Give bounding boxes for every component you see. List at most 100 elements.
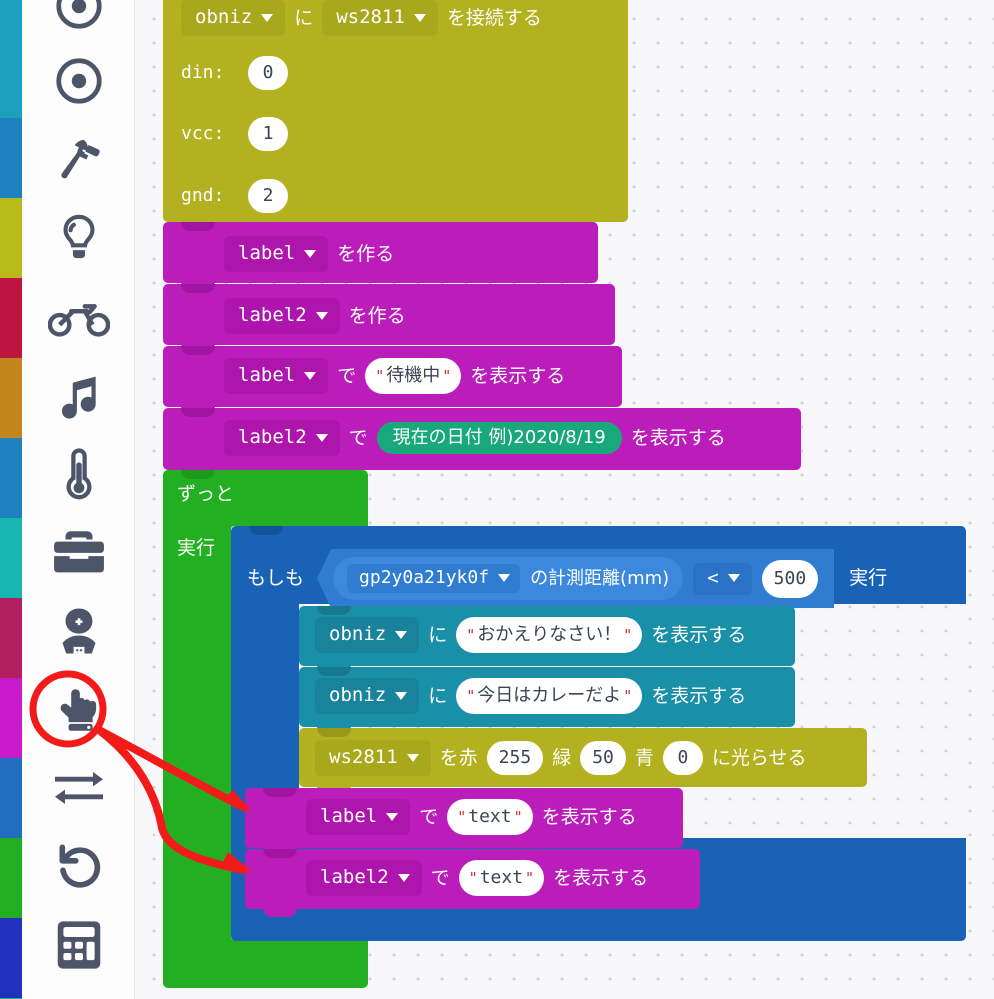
pointing-hand-icon: [53, 684, 105, 736]
music-note-icon: [54, 370, 104, 420]
create-label2-suffix: を作る: [348, 304, 406, 327]
label-display-block[interactable]: label2 で " text " を表示する: [245, 849, 700, 917]
show-label2-target-value: label2: [238, 426, 307, 448]
led-target-value: ws2811: [329, 746, 398, 768]
display-welcome-text-input[interactable]: " おかえりなさい！ ": [456, 617, 643, 653]
led-color-block[interactable]: ws2811 を赤 255 緑 50 青 0 に光らせる: [299, 728, 867, 795]
category-color-strip: [0, 678, 22, 758]
label-display-block[interactable]: label2 で 現在の日付 例)2020/8/19 を表示する: [163, 408, 801, 478]
display-text-block[interactable]: obniz に " おかえりなさい！ " を表示する: [299, 606, 795, 674]
current-date-reporter-label: 現在の日付 例)2020/8/19: [392, 427, 606, 448]
chevron-down-icon: [386, 812, 399, 821]
label-display-block[interactable]: label で " 待機中 " を表示する: [163, 346, 622, 415]
category-color-strip: [0, 518, 22, 598]
sensor-distance-reporter[interactable]: gp2y0a21yk0f の計測距離(mm): [333, 557, 684, 600]
sidebar-item-undo[interactable]: [22, 826, 134, 906]
sidebar-item-temperature[interactable]: [22, 433, 134, 513]
category-color-strip: [0, 278, 22, 358]
show-label2-suffix: を表示する: [630, 426, 726, 449]
comparison-operator-dropdown[interactable]: <: [693, 562, 752, 595]
current-date-reporter-block[interactable]: 現在の日付 例)2020/8/19: [376, 422, 622, 454]
led-red-input[interactable]: 255: [486, 741, 544, 775]
pin-din-label: din:: [181, 62, 225, 83]
peripheral-connect-block[interactable]: obniz に ws2811 を接続する din: 0 vcc: 1 gnd:: [163, 0, 628, 230]
chevron-down-icon: [261, 13, 274, 22]
sidebar-item-user[interactable]: [22, 591, 134, 671]
connect-peripheral-value: ws2811: [336, 6, 405, 28]
category-color-rail: [0, 0, 22, 999]
display-curry-target-dropdown[interactable]: obniz: [315, 678, 420, 714]
display-text-block[interactable]: obniz に " 今日はカレーだよ " を表示する: [299, 667, 795, 735]
undo-arrow-icon: [53, 840, 105, 892]
sidebar-item-record[interactable]: [22, 41, 134, 121]
category-color-strip: [0, 118, 22, 198]
show-label2-target-dropdown[interactable]: label2: [224, 420, 340, 456]
record-circle-icon: [52, 54, 106, 108]
led-green-label: 緑: [552, 746, 572, 769]
forever-loop-do-label: 実行: [177, 537, 216, 559]
chevron-down-icon: [413, 13, 426, 22]
show-label2-text-target-value: label2: [320, 866, 389, 888]
target-circle-icon: [52, 0, 106, 33]
display-welcome-suffix: を表示する: [651, 623, 747, 646]
sidebar-item-transfer[interactable]: [22, 748, 134, 828]
show-label2-particle-de: で: [348, 426, 368, 449]
show-label-text-target-dropdown[interactable]: label: [306, 799, 411, 835]
close-quote-icon: ": [623, 625, 633, 644]
toolbox-icon-column: [22, 0, 134, 999]
sidebar-item-build[interactable]: [22, 121, 134, 201]
show-label2-text-value-input[interactable]: " text ": [458, 860, 545, 896]
led-green-input[interactable]: 50: [580, 741, 626, 775]
led-suffix-label: に光らせる: [711, 746, 807, 769]
show-label-text-value-input[interactable]: " text ": [447, 799, 533, 835]
pin-gnd-input[interactable]: 2: [248, 179, 288, 213]
sidebar-item-target[interactable]: [22, 0, 134, 46]
connect-peripheral-dropdown[interactable]: ws2811: [322, 0, 438, 36]
forever-loop-header: ずっと: [177, 483, 235, 505]
pin-din-input[interactable]: 0: [248, 56, 288, 90]
show-label2-text-target-dropdown[interactable]: label2: [306, 860, 422, 896]
sensor-dropdown[interactable]: gp2y0a21yk0f: [347, 564, 521, 593]
show-label-text-suffix: を表示する: [541, 805, 637, 828]
sidebar-item-interaction[interactable]: [22, 670, 134, 750]
category-color-strip: [0, 598, 22, 678]
chevron-down-icon: [304, 249, 317, 258]
show-label-text-particle-de: で: [419, 805, 439, 828]
close-quote-icon: ": [442, 366, 452, 385]
if-condition-slot[interactable]: gp2y0a21yk0f の計測距離(mm) < 500: [317, 549, 835, 608]
led-target-dropdown[interactable]: ws2811: [315, 740, 431, 776]
display-curry-target-value: obniz: [329, 684, 387, 706]
create-label2-target-dropdown[interactable]: label2: [224, 298, 340, 334]
show-label-text-input[interactable]: " 待機中 ": [365, 358, 462, 394]
show-label2-text-particle-de: で: [430, 866, 450, 889]
open-quote-icon: ": [468, 868, 478, 887]
show-label-suffix: を表示する: [470, 364, 566, 387]
thermometer-icon: [62, 446, 96, 500]
display-welcome-target-dropdown[interactable]: obniz: [315, 617, 420, 653]
category-color-strip: [0, 918, 22, 998]
sidebar-item-sound[interactable]: [22, 355, 134, 435]
chevron-down-icon: [406, 753, 419, 762]
show-label-particle-de: で: [337, 364, 357, 387]
create-label-block[interactable]: label2 を作る: [163, 284, 615, 353]
create-label-block[interactable]: label を作る: [163, 222, 598, 291]
display-curry-text-input[interactable]: " 今日はカレーだよ ": [456, 678, 643, 714]
sidebar-item-vehicle[interactable]: [22, 277, 134, 357]
connect-suffix: を接続する: [446, 6, 542, 29]
create-label2-target-value: label2: [238, 304, 307, 326]
comparison-value-input[interactable]: 500: [761, 559, 819, 598]
create-label-target-dropdown[interactable]: label: [224, 236, 329, 272]
show-label-target-dropdown[interactable]: label: [224, 358, 329, 394]
category-color-strip: [0, 358, 22, 438]
sidebar-item-toolbox[interactable]: [22, 512, 134, 592]
connect-device-dropdown[interactable]: obniz: [181, 0, 286, 36]
sidebar-item-light[interactable]: [22, 198, 134, 278]
category-color-strip: [0, 0, 22, 118]
show-label2-text-suffix: を表示する: [553, 866, 649, 889]
led-blue-input[interactable]: 0: [662, 741, 703, 775]
if-then-label: 実行: [849, 567, 888, 589]
toolbox-sidebar[interactable]: [0, 0, 135, 999]
pin-vcc-input[interactable]: 1: [248, 117, 288, 151]
sidebar-item-calculator[interactable]: [22, 905, 134, 985]
label-display-block[interactable]: label で " text " を表示する: [245, 788, 683, 856]
